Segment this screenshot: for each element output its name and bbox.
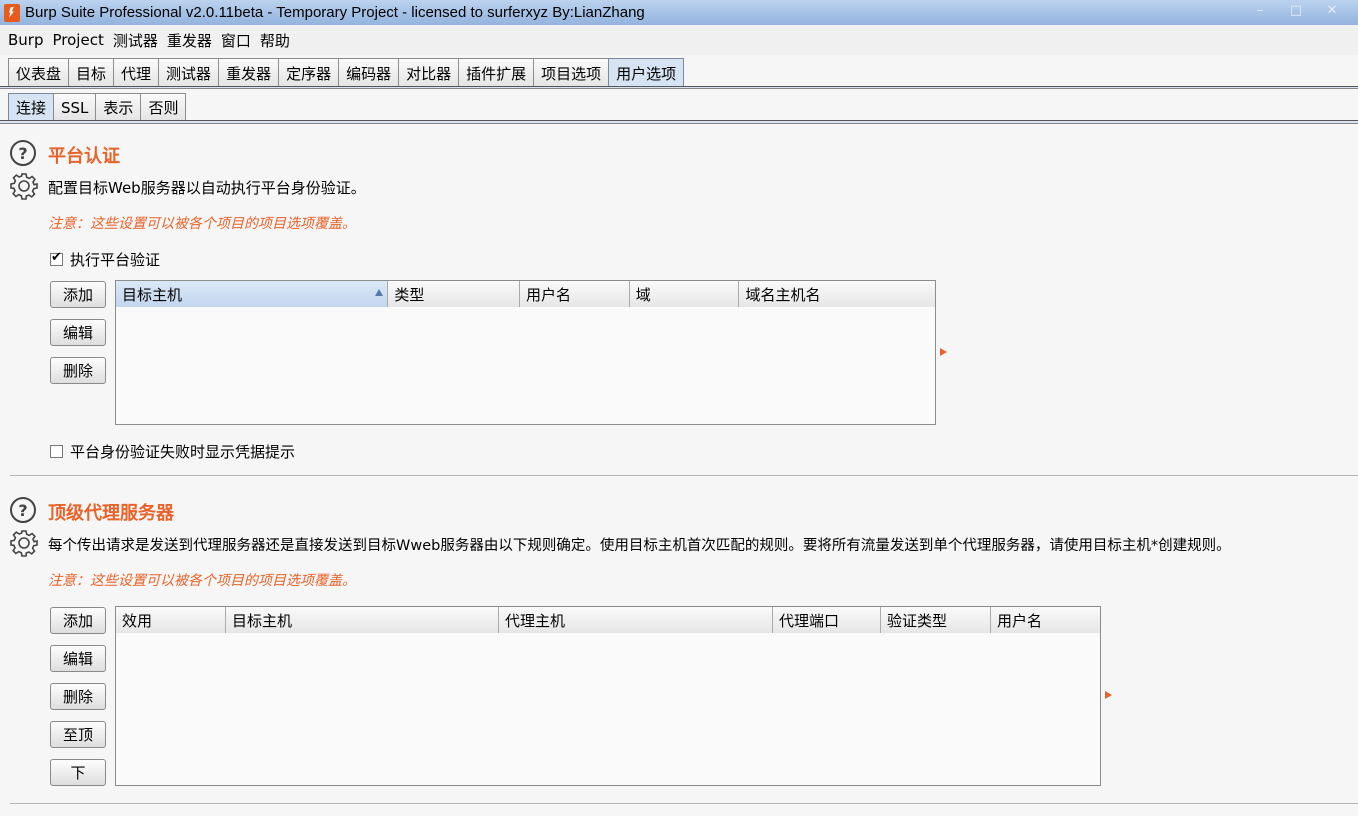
section-divider [10, 475, 1358, 476]
upstream-proxy-down-button[interactable]: 下 [50, 759, 106, 786]
title-bar: Burp Suite Professional v2.0.11beta - Te… [0, 0, 1358, 25]
tab-dashboard[interactable]: 仪表盘 [8, 58, 70, 87]
tab-divider [0, 86, 1358, 89]
platform-auth-add-button[interactable]: 添加 [50, 281, 106, 308]
checkbox-unchecked-icon[interactable] [50, 445, 63, 458]
platform-auth-description: 配置目标Web服务器以自动执行平台身份验证。 [48, 179, 366, 197]
show-credential-prompt-checkbox[interactable]: 平台身份验证失败时显示凭据提示 [50, 441, 295, 462]
window-title: Burp Suite Professional v2.0.11beta - Te… [25, 4, 645, 21]
table-header: 效用 目标主机 代理主机 代理端口 验证类型 用户名 [116, 607, 1100, 633]
tab-sequencer[interactable]: 定序器 [278, 58, 340, 87]
tab-misc[interactable]: 否则 [140, 93, 187, 121]
column-auth-type[interactable]: 验证类型 [881, 607, 991, 633]
platform-auth-title: 平台认证 [48, 146, 120, 167]
menu-burp[interactable]: Burp [8, 31, 44, 49]
column-username[interactable]: 用户名 [991, 607, 1100, 633]
tab-intruder[interactable]: 测试器 [158, 58, 220, 87]
tab-display[interactable]: 表示 [95, 93, 142, 121]
platform-auth-table[interactable]: 目标主机 类型 用户名 域 域名主机名 [115, 280, 936, 425]
upstream-proxy-edit-button[interactable]: 编辑 [50, 645, 106, 672]
window-controls: – □ ✕ [1242, 0, 1350, 20]
menu-repeater[interactable]: 重发器 [167, 30, 212, 51]
table-header: 目标主机 类型 用户名 域 域名主机名 [116, 281, 935, 307]
upstream-proxy-remove-button[interactable]: 删除 [50, 683, 106, 710]
tab-target[interactable]: 目标 [68, 58, 115, 87]
tab-ssl[interactable]: SSL [53, 93, 97, 121]
main-tabs: 仪表盘 目标 代理 测试器 重发器 定序器 编码器 对比器 插件扩展 项目选项 … [8, 58, 685, 87]
help-icon[interactable]: ? [10, 140, 36, 166]
tab-decoder[interactable]: 编码器 [338, 58, 400, 87]
column-type[interactable]: 类型 [388, 281, 521, 307]
burp-logo-icon [4, 3, 20, 22]
gear-icon[interactable] [10, 529, 38, 557]
tab-connections[interactable]: 连接 [8, 93, 55, 121]
close-icon[interactable]: ✕ [1314, 0, 1350, 20]
upstream-proxy-table[interactable]: 效用 目标主机 代理主机 代理端口 验证类型 用户名 [115, 606, 1101, 786]
section-divider [10, 803, 1358, 804]
tab-comparer[interactable]: 对比器 [398, 58, 460, 87]
tab-proxy[interactable]: 代理 [113, 58, 160, 87]
column-label: 目标主机 [122, 285, 183, 304]
column-destination-host[interactable]: 目标主机 [226, 607, 499, 633]
tab-extender[interactable]: 插件扩展 [458, 58, 535, 87]
sub-tab-divider [0, 120, 1358, 124]
column-enabled[interactable]: 效用 [116, 607, 226, 633]
gear-icon[interactable] [10, 172, 38, 200]
upstream-proxy-add-button[interactable]: 添加 [50, 607, 106, 634]
help-icon[interactable]: ? [10, 497, 36, 523]
upstream-proxy-up-button[interactable]: 至顶 [50, 721, 106, 748]
minimize-icon[interactable]: – [1242, 0, 1278, 20]
column-proxy-host[interactable]: 代理主机 [499, 607, 773, 633]
perform-platform-auth-label: 执行平台验证 [70, 251, 161, 269]
show-credential-prompt-label: 平台身份验证失败时显示凭据提示 [70, 443, 296, 461]
tab-user-options[interactable]: 用户选项 [608, 58, 685, 87]
upstream-proxy-note: 注意：这些设置可以被各个项目的项目选项覆盖。 [48, 573, 356, 589]
menu-intruder[interactable]: 测试器 [113, 30, 158, 51]
platform-auth-note: 注意：这些设置可以被各个项目的项目选项覆盖。 [48, 216, 356, 232]
column-destination-host[interactable]: 目标主机 [116, 281, 389, 307]
column-domain[interactable]: 域 [629, 281, 740, 307]
column-domain-hostname[interactable]: 域名主机名 [739, 281, 935, 307]
upstream-proxy-title: 顶级代理服务器 [48, 503, 174, 524]
menu-window[interactable]: 窗口 [221, 30, 251, 51]
sort-ascending-icon [375, 289, 384, 296]
perform-platform-auth-checkbox[interactable]: 执行平台验证 [50, 249, 160, 270]
tab-repeater[interactable]: 重发器 [218, 58, 280, 87]
checkbox-checked-icon[interactable] [50, 250, 63, 266]
tab-project-options[interactable]: 项目选项 [533, 58, 610, 87]
expand-arrow-icon[interactable] [940, 348, 947, 356]
expand-arrow-icon[interactable] [1105, 691, 1112, 699]
platform-auth-remove-button[interactable]: 删除 [50, 357, 106, 384]
upstream-proxy-description: 每个传出请求是发送到代理服务器还是直接发送到目标Wweb服务器由以下规则确定。使… [48, 538, 1231, 554]
maximize-icon[interactable]: □ [1278, 0, 1314, 20]
platform-auth-edit-button[interactable]: 编辑 [50, 319, 106, 346]
menu-project[interactable]: Project [53, 31, 104, 49]
column-username[interactable]: 用户名 [520, 281, 630, 307]
menu-bar: Burp Project 测试器 重发器 窗口 帮助 [0, 25, 1358, 55]
column-proxy-port[interactable]: 代理端口 [773, 607, 881, 633]
sub-tabs: 连接 SSL 表示 否则 [8, 93, 187, 121]
menu-help[interactable]: 帮助 [260, 30, 290, 51]
